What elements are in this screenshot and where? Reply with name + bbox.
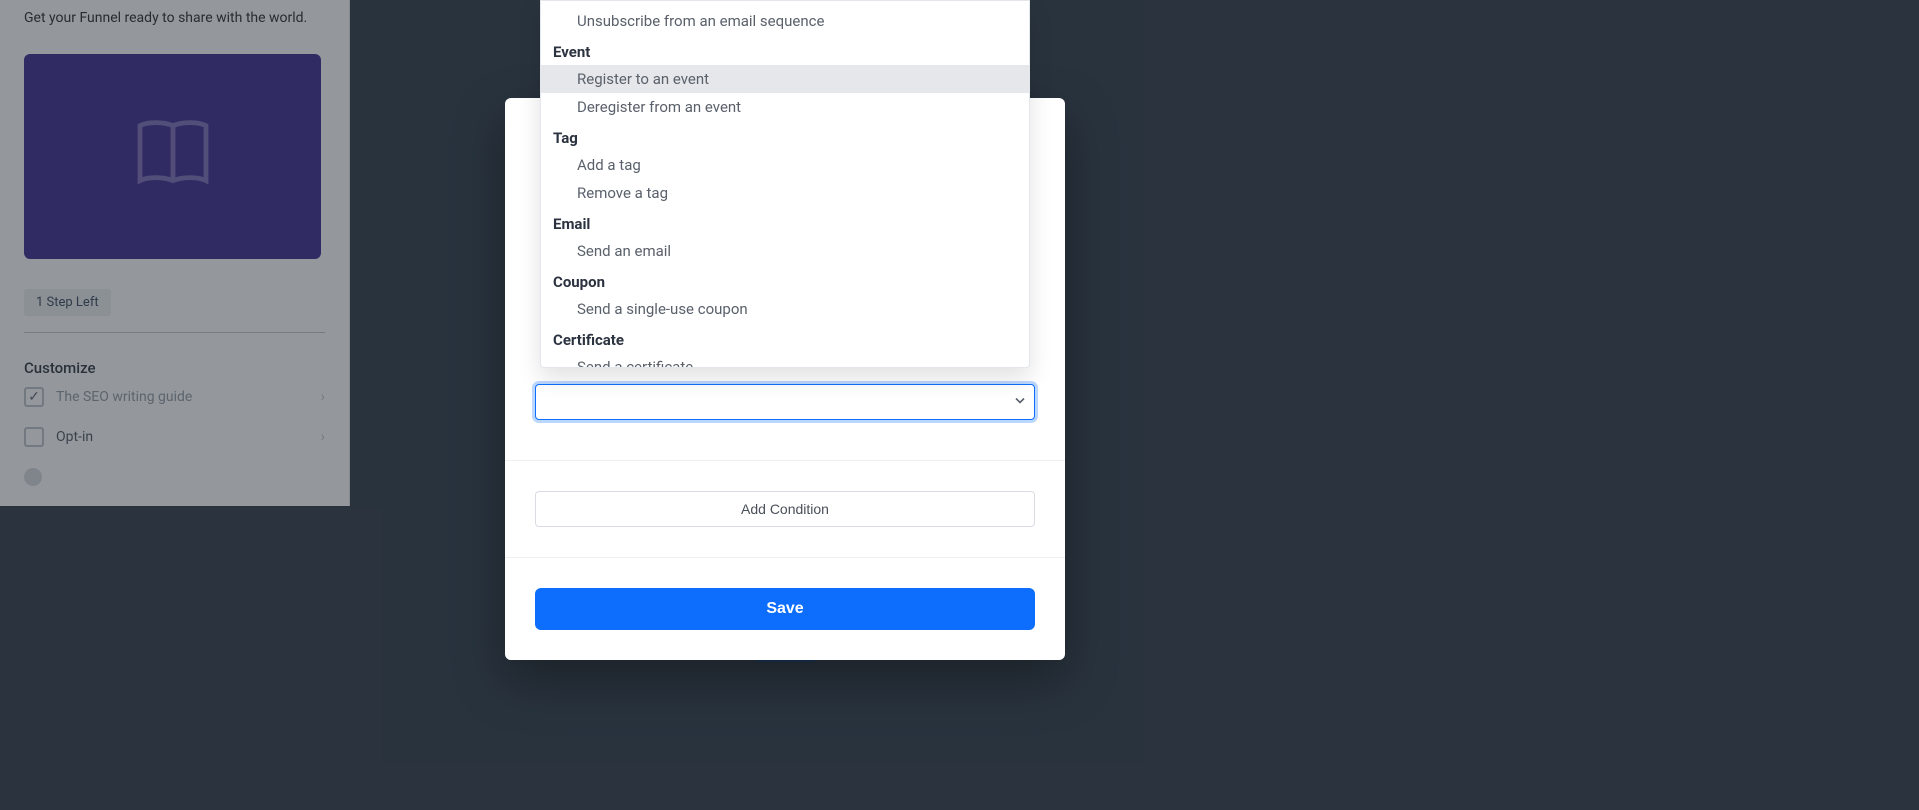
dropdown-item[interactable]: Send an email	[541, 237, 1029, 265]
dropdown-group-label: Event	[541, 35, 1029, 65]
modal-divider-2	[505, 557, 1065, 558]
action-select-input[interactable]	[535, 384, 1035, 420]
save-button[interactable]: Save	[535, 588, 1035, 630]
dropdown-item[interactable]: Send a single-use coupon	[541, 295, 1029, 323]
action-dropdown: Unsubscribe from an email sequenceEventR…	[540, 0, 1030, 368]
dropdown-item[interactable]: Deregister from an event	[541, 93, 1029, 121]
dropdown-item[interactable]: Unsubscribe from an email sequence	[541, 7, 1029, 35]
action-select-wrapper	[535, 384, 1035, 420]
dropdown-group-label: Email	[541, 207, 1029, 237]
dropdown-group-label: Coupon	[541, 265, 1029, 295]
dropdown-item[interactable]: Send a certificate	[541, 353, 1029, 368]
add-condition-button[interactable]: Add Condition	[535, 491, 1035, 527]
dropdown-item[interactable]: Add a tag	[541, 151, 1029, 179]
dropdown-item[interactable]: Remove a tag	[541, 179, 1029, 207]
modal-divider-1	[505, 460, 1065, 461]
dropdown-group-label: Tag	[541, 121, 1029, 151]
dropdown-item[interactable]: Register to an event	[541, 65, 1029, 93]
dropdown-group-label: Certificate	[541, 323, 1029, 353]
